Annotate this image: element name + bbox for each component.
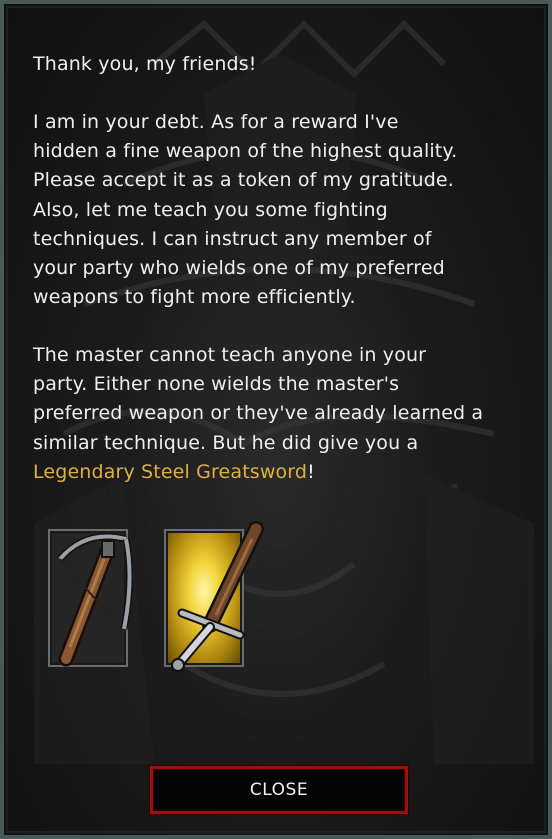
close-button[interactable]: CLOSE xyxy=(150,766,408,814)
paragraph-line: your party who wields one of my preferre… xyxy=(33,257,445,280)
paragraph-line: The master cannot teach anyone in your xyxy=(33,344,427,366)
reward-dialog: Thank you, my friends! I am in your debt… xyxy=(0,0,552,839)
reward-paragraph: I am in your debt. As for a reward I've … xyxy=(33,108,503,312)
item-slot-greatsword[interactable] xyxy=(164,521,264,672)
paragraph-line: techniques. I can instruct any member of xyxy=(33,227,432,250)
paragraph-line: similar technique. But he did give you a xyxy=(33,431,419,454)
paragraph-line: weapons to fight more efficiently. xyxy=(33,286,356,309)
paragraph-line: Please accept it as a token of my gratit… xyxy=(33,169,454,192)
paragraph-line: party. Either none wields the master's xyxy=(33,373,400,396)
reward-suffix: ! xyxy=(307,460,315,483)
paragraph-line: hidden a fine weapon of the highest qual… xyxy=(33,140,458,163)
greatsword-icon xyxy=(171,521,264,672)
close-button-label: CLOSE xyxy=(249,780,309,800)
reward-line: Legendary Steel Greatsword! xyxy=(33,458,523,487)
paragraph-line: I am in your debt. As for a reward I've xyxy=(33,111,399,133)
greeting-line: Thank you, my friends! xyxy=(33,53,257,75)
paragraph-line: Also, let me teach you some fighting xyxy=(33,198,388,221)
greeting-text: Thank you, my friends! xyxy=(33,50,533,79)
item-slot-crossbow[interactable] xyxy=(48,529,134,667)
reward-item-name[interactable]: Legendary Steel Greatsword xyxy=(33,461,307,483)
paragraph-line: preferred weapon or they've already lear… xyxy=(33,402,484,425)
crossbow-icon xyxy=(57,533,134,667)
master-paragraph: The master cannot teach anyone in your p… xyxy=(33,341,523,487)
